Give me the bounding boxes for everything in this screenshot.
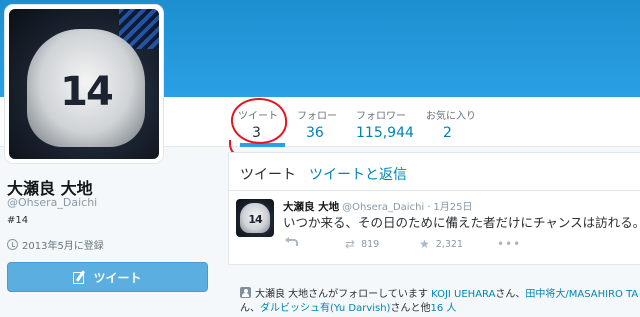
stat-following-label: フォロー bbox=[297, 111, 337, 122]
person-icon bbox=[240, 287, 251, 298]
avatar-photo: 14 bbox=[9, 9, 159, 159]
compose-tweet-button[interactable]: ツイート bbox=[7, 262, 208, 292]
follow-notice-sep: さんと他 bbox=[390, 303, 431, 314]
follow-notice-sep: さん、 bbox=[495, 289, 526, 300]
compose-tweet-label: ツイート bbox=[93, 270, 142, 285]
reply-action[interactable] bbox=[285, 237, 298, 246]
followed-by-notice: 大瀬良 大地さんがフォローしています KOJI UEHARAさん、田中将大/MA… bbox=[240, 287, 640, 316]
reply-icon bbox=[285, 237, 298, 246]
timeline-tabs: ツイート ツイートと返信 bbox=[229, 153, 640, 191]
retweet-count: 819 bbox=[361, 238, 380, 250]
tweet-actions: ⇄ 819 ★ 2,321 ••• bbox=[283, 237, 623, 253]
tab-tweets[interactable]: ツイート bbox=[240, 164, 296, 184]
more-action[interactable]: ••• bbox=[497, 237, 521, 251]
stat-favorites-label: お気に入り bbox=[426, 111, 476, 122]
stat-followers[interactable]: フォロワー 115,944 bbox=[356, 107, 414, 147]
followed-others-link[interactable]: 16 人 bbox=[430, 303, 456, 314]
active-stat-underline bbox=[240, 143, 285, 147]
tab-tweets-and-replies[interactable]: ツイートと返信 bbox=[309, 164, 407, 184]
followed-user-link[interactable]: KOJI UEHARA bbox=[431, 289, 495, 300]
stat-followers-label: フォロワー bbox=[356, 111, 406, 122]
stat-favorites[interactable]: お気に入り 2 bbox=[426, 107, 476, 147]
follow-notice-continuation: ん、 bbox=[240, 303, 260, 314]
retweet-icon: ⇄ bbox=[345, 237, 356, 251]
retweet-action[interactable]: ⇄ 819 bbox=[345, 237, 379, 251]
tweet-avatar[interactable]: 14 bbox=[236, 199, 274, 237]
jersey-image: 14 bbox=[27, 29, 145, 147]
profile-avatar[interactable]: 14 bbox=[5, 5, 163, 163]
clock-icon bbox=[7, 239, 18, 250]
jersey-number: 14 bbox=[60, 69, 114, 115]
compose-icon bbox=[73, 270, 87, 284]
timeline-panel: ツイート ツイートと返信 14 大瀬良 大地 @Ohsera_Daichi · 1月2… bbox=[228, 152, 640, 265]
favorite-action[interactable]: ★ 2,321 bbox=[419, 237, 463, 251]
stat-tweets-value: 3 bbox=[252, 125, 261, 141]
favorite-count: 2,321 bbox=[435, 238, 463, 250]
profile-bio: #14 bbox=[7, 215, 29, 226]
tweet-avatar-jersey: 14 bbox=[240, 203, 270, 233]
stat-favorites-value: 2 bbox=[443, 125, 452, 141]
profile-handle[interactable]: @Ohsera_Daichi bbox=[7, 196, 97, 209]
followed-user-link[interactable]: ダルビッシュ有(Yu Darvish) bbox=[260, 303, 390, 314]
joined-date: 2013年5月に登録 bbox=[22, 241, 104, 252]
more-icon: ••• bbox=[497, 237, 522, 251]
follow-notice-prefix: 大瀬良 大地さんがフォローしています bbox=[255, 289, 428, 300]
stat-following[interactable]: フォロー 36 bbox=[297, 107, 337, 147]
tweet-avatar-number: 14 bbox=[248, 213, 262, 226]
tweet-text: いつか来る、その日のために備えた者だけにチャンスは訪れる。 bbox=[283, 215, 640, 230]
stat-followers-value: 115,944 bbox=[356, 125, 414, 141]
stat-following-value: 36 bbox=[306, 125, 324, 141]
profile-joined: 2013年5月に登録 bbox=[7, 237, 104, 252]
star-icon: ★ bbox=[419, 237, 430, 251]
stat-tweets-label: ツイート bbox=[238, 111, 278, 122]
followed-user-link[interactable]: 田中将大/MASAHIRO TA bbox=[525, 289, 638, 300]
stat-tweets[interactable]: ツイート 3 bbox=[238, 107, 278, 147]
